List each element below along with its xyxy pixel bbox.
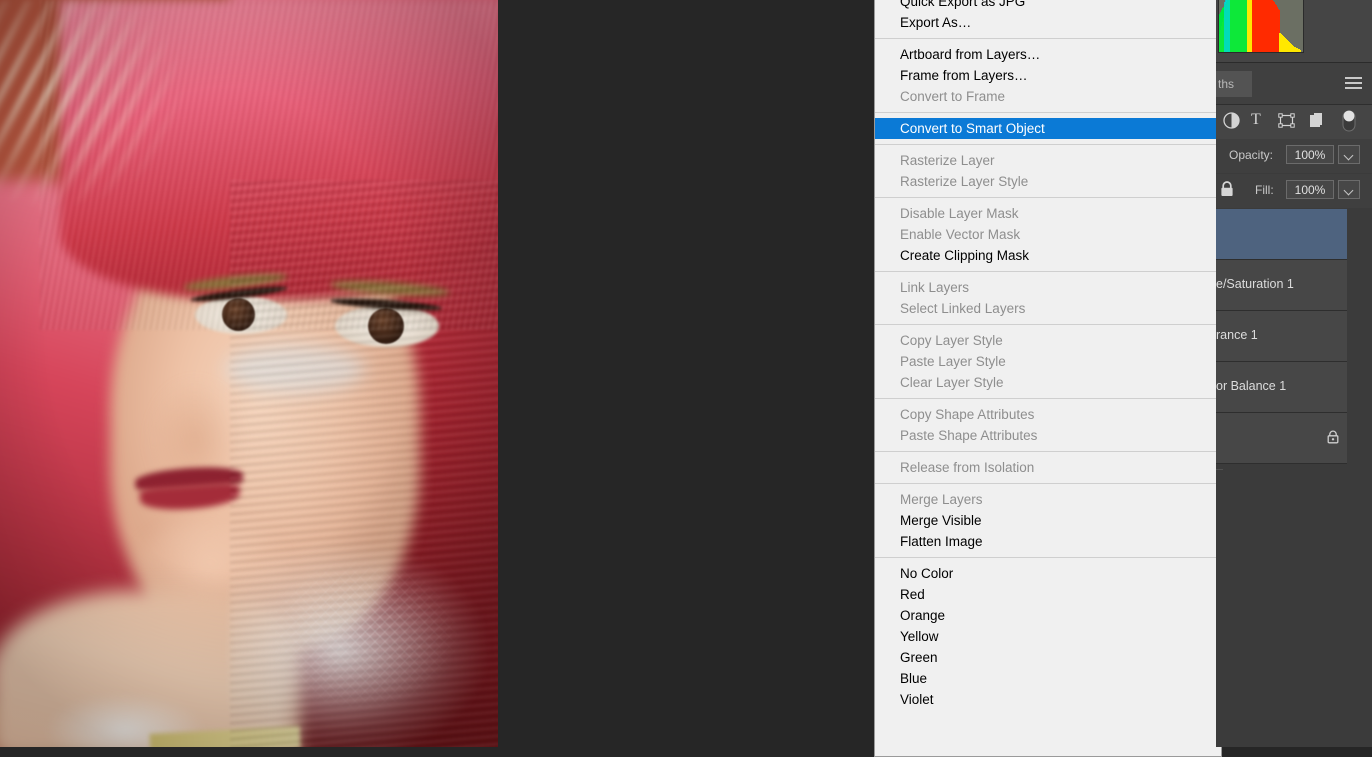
layer-row[interactable]: or Balance 1 bbox=[1216, 362, 1347, 413]
menu-item-flatten-image[interactable]: Flatten Image bbox=[875, 531, 1221, 552]
menu-item-paste-layer-style: Paste Layer Style bbox=[875, 351, 1221, 372]
tab-paths[interactable]: ths bbox=[1216, 71, 1252, 97]
menu-separator bbox=[875, 38, 1221, 39]
menu-item-copy-shape-attributes: Copy Shape Attributes bbox=[875, 404, 1221, 425]
menu-item-rasterize-layer-style: Rasterize Layer Style bbox=[875, 171, 1221, 192]
fill-row[interactable]: Fill: 100% bbox=[1216, 174, 1372, 208]
menu-separator bbox=[875, 271, 1221, 272]
shape-filter-icon[interactable] bbox=[1277, 111, 1296, 130]
fill-label: Fill: bbox=[1255, 183, 1274, 197]
type-filter-icon[interactable]: T bbox=[1251, 111, 1261, 129]
layer-lock-icon[interactable] bbox=[1325, 429, 1341, 445]
right-dock: ths T bbox=[1216, 0, 1372, 747]
menu-item-blue[interactable]: Blue bbox=[875, 668, 1221, 689]
layer-row[interactable]: e/Saturation 1 bbox=[1216, 260, 1347, 311]
layer-row[interactable] bbox=[1216, 209, 1347, 260]
smart-object-filter-icon[interactable] bbox=[1308, 111, 1327, 130]
lock-icon[interactable] bbox=[1218, 180, 1236, 198]
opacity-value[interactable]: 100% bbox=[1286, 145, 1334, 164]
opacity-stepper[interactable] bbox=[1338, 145, 1360, 164]
histogram-graph bbox=[1218, 0, 1304, 53]
adjustment-filter-icon[interactable] bbox=[1222, 111, 1241, 130]
menu-separator bbox=[875, 557, 1221, 558]
menu-item-green[interactable]: Green bbox=[875, 647, 1221, 668]
photo-vignette bbox=[0, 0, 498, 747]
fill-stepper[interactable] bbox=[1338, 180, 1360, 199]
layer-name: e/Saturation 1 bbox=[1216, 277, 1294, 291]
menu-item-paste-shape-attributes: Paste Shape Attributes bbox=[875, 425, 1221, 446]
menu-separator bbox=[875, 398, 1221, 399]
menu-item-enable-vector-mask: Enable Vector Mask bbox=[875, 224, 1221, 245]
menu-item-copy-layer-style: Copy Layer Style bbox=[875, 330, 1221, 351]
menu-separator bbox=[875, 483, 1221, 484]
menu-separator bbox=[875, 144, 1221, 145]
layer-row[interactable] bbox=[1216, 413, 1347, 464]
menu-separator bbox=[875, 197, 1221, 198]
menu-item-frame-from-layers[interactable]: Frame from Layers… bbox=[875, 65, 1221, 86]
menu-item-convert-to-frame: Convert to Frame bbox=[875, 86, 1221, 107]
menu-item-disable-layer-mask: Disable Layer Mask bbox=[875, 203, 1221, 224]
menu-item-violet[interactable]: Violet bbox=[875, 689, 1221, 710]
panel-tab-bar[interactable]: ths bbox=[1216, 62, 1372, 105]
layers-list[interactable]: e/Saturation 1 rance 1 or Balance 1 bbox=[1216, 209, 1372, 519]
menu-item-export-as[interactable]: Export As… bbox=[875, 12, 1221, 33]
menu-item-release-from-isolation: Release from Isolation bbox=[875, 457, 1221, 478]
menu-separator bbox=[875, 451, 1221, 452]
menu-item-merge-layers: Merge Layers bbox=[875, 489, 1221, 510]
menu-item-clear-layer-style: Clear Layer Style bbox=[875, 372, 1221, 393]
menu-item-orange[interactable]: Orange bbox=[875, 605, 1221, 626]
layer-row[interactable]: rance 1 bbox=[1216, 311, 1347, 362]
fill-value[interactable]: 100% bbox=[1286, 180, 1334, 199]
document-image[interactable] bbox=[0, 0, 498, 747]
menu-item-yellow[interactable]: Yellow bbox=[875, 626, 1221, 647]
menu-item-red[interactable]: Red bbox=[875, 584, 1221, 605]
opacity-row[interactable]: Opacity: 100% bbox=[1216, 139, 1372, 173]
menu-item-select-linked-layers: Select Linked Layers bbox=[875, 298, 1221, 319]
hamburger-icon[interactable] bbox=[1345, 77, 1362, 90]
menu-item-rasterize-layer: Rasterize Layer bbox=[875, 150, 1221, 171]
menu-item-create-clipping-mask[interactable]: Create Clipping Mask bbox=[875, 245, 1221, 266]
menu-item-no-color[interactable]: No Color bbox=[875, 563, 1221, 584]
opacity-label: Opacity: bbox=[1229, 148, 1273, 162]
menu-item-quick-export-as-jpg[interactable]: Quick Export as JPG bbox=[875, 0, 1221, 12]
menu-item-convert-to-smart-object[interactable]: Convert to Smart Object bbox=[875, 118, 1221, 139]
filter-toggle-switch[interactable] bbox=[1340, 107, 1358, 135]
menu-separator bbox=[875, 324, 1221, 325]
menu-item-artboard-from-layers[interactable]: Artboard from Layers… bbox=[875, 44, 1221, 65]
menu-item-merge-visible[interactable]: Merge Visible bbox=[875, 510, 1221, 531]
layer-context-menu[interactable]: Quick Export as JPGExport As… Artboard fr… bbox=[874, 0, 1222, 757]
layer-name: rance 1 bbox=[1216, 328, 1258, 342]
menu-separator bbox=[875, 112, 1221, 113]
histogram-panel[interactable] bbox=[1216, 0, 1372, 62]
layer-filter-row[interactable]: T bbox=[1216, 104, 1372, 140]
menu-item-link-layers: Link Layers bbox=[875, 277, 1221, 298]
layer-name: or Balance 1 bbox=[1216, 379, 1286, 393]
